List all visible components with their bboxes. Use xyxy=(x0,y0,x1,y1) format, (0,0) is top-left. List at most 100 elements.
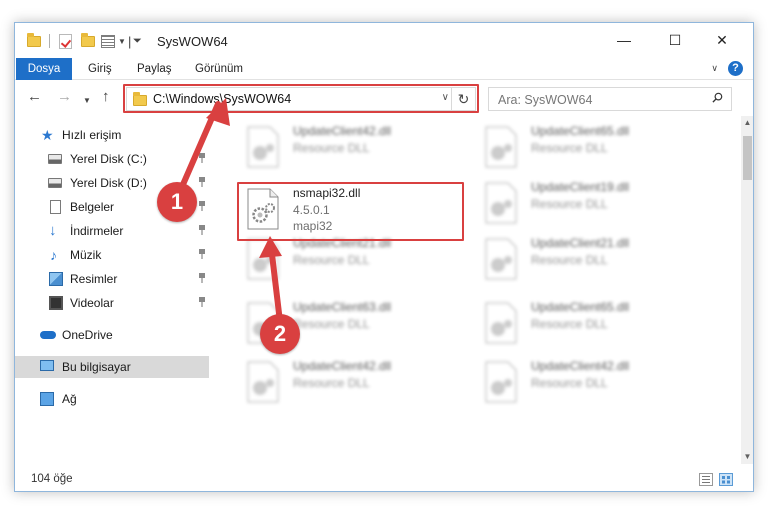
file-highlight-box xyxy=(237,182,464,241)
file-type: Resource DLL xyxy=(531,376,608,390)
pin-icon[interactable] xyxy=(198,224,206,236)
sidebar-item-music[interactable]: ♪ Müzik xyxy=(15,244,210,266)
dll-file-icon xyxy=(485,182,517,224)
sidebar-item-label: Hızlı erişim xyxy=(62,128,122,142)
large-icons-view-icon[interactable] xyxy=(719,473,733,486)
pin-icon[interactable] xyxy=(198,296,206,308)
search-icon[interactable] xyxy=(712,92,723,103)
sidebar-item-quick-access[interactable]: ★ Hızlı erişim xyxy=(15,124,210,146)
sidebar-item-label: Resimler xyxy=(70,272,118,286)
qa-separator xyxy=(49,32,50,50)
sidebar-item-downloads[interactable]: ↓ İndirmeler xyxy=(15,220,210,242)
item-count: 104 öğe xyxy=(31,473,73,485)
downloads-icon: ↓ xyxy=(49,222,57,239)
scroll-up-arrow-icon[interactable]: ▲ xyxy=(741,116,753,130)
file-tile[interactable]: UpdateClient21.dll Resource DLL xyxy=(238,234,458,286)
sidebar-item-label: Bu bilgisayar xyxy=(62,360,131,374)
back-arrow-icon[interactable]: ← xyxy=(27,89,42,105)
maximize-button[interactable]: ☐ xyxy=(652,23,698,57)
file-name: UpdateClient42.dll xyxy=(293,359,392,373)
navigation-pane: ★ Hızlı erişim Yerel Disk (C:) Yerel Dis… xyxy=(15,119,210,463)
file-tile[interactable]: UpdateClient65.dll Resource DLL xyxy=(476,122,696,174)
dll-file-icon xyxy=(485,361,517,403)
minimize-button[interactable]: — xyxy=(601,23,647,57)
details-view-icon[interactable] xyxy=(699,473,713,486)
tab-home[interactable]: Giriş xyxy=(88,58,112,80)
file-type: Resource DLL xyxy=(293,376,370,390)
title-bar: ▼ | ⏷ SysWOW64 — ☐ ✕ xyxy=(15,23,753,59)
close-button[interactable]: ✕ xyxy=(699,23,745,57)
sidebar-item-onedrive[interactable]: OneDrive xyxy=(15,324,210,346)
new-folder-icon[interactable] xyxy=(81,32,95,50)
pin-icon[interactable] xyxy=(198,200,206,212)
file-tile[interactable]: UpdateClient21.dll Resource DLL xyxy=(476,234,696,286)
properties-check-icon[interactable] xyxy=(59,32,72,50)
network-icon xyxy=(40,392,54,406)
sidebar-item-label: Belgeler xyxy=(70,200,115,214)
file-tile[interactable]: UpdateClient42.dll Resource DLL xyxy=(238,122,458,174)
sidebar-item-network[interactable]: Ağ xyxy=(15,388,210,410)
tab-share[interactable]: Paylaş xyxy=(137,58,172,80)
sidebar-item-local-disk-c[interactable]: Yerel Disk (C:) xyxy=(15,148,210,170)
file-type: Resource DLL xyxy=(531,317,608,331)
file-tile[interactable]: UpdateClient42.dll Resource DLL xyxy=(238,357,458,409)
dll-file-icon xyxy=(485,126,517,168)
folder-icon xyxy=(27,32,41,50)
pin-icon[interactable] xyxy=(198,272,206,284)
dll-file-icon xyxy=(485,302,517,344)
pictures-icon xyxy=(49,272,63,286)
vertical-scrollbar[interactable]: ▲ ▼ xyxy=(741,116,753,464)
navigation-bar: ← → ▼ ↑ C:\Windows\SysWOW64 ∨ ↻ Ara: Sys… xyxy=(15,80,753,116)
star-icon: ★ xyxy=(41,127,54,143)
file-name: UpdateClient21.dll xyxy=(531,236,630,250)
up-arrow-icon[interactable]: ↑ xyxy=(102,89,110,105)
address-highlight-box xyxy=(123,84,479,113)
help-icon[interactable]: ? xyxy=(728,61,743,76)
pin-icon[interactable] xyxy=(198,152,206,164)
dll-file-icon xyxy=(485,238,517,280)
file-name: UpdateClient42.dll xyxy=(531,359,630,373)
scrollbar-thumb[interactable] xyxy=(743,136,752,180)
recent-locations-chevron-icon[interactable]: ▼ xyxy=(83,93,91,109)
sidebar-item-this-pc[interactable]: Bu bilgisayar xyxy=(15,356,209,378)
sidebar-item-label: Yerel Disk (D:) xyxy=(70,176,147,190)
file-tile[interactable]: UpdateClient65.dll Resource DLL xyxy=(476,298,696,350)
this-pc-icon xyxy=(40,360,54,371)
sidebar-item-videos[interactable]: Videolar xyxy=(15,292,210,314)
file-type: Resource DLL xyxy=(293,141,370,155)
dll-file-icon xyxy=(247,126,279,168)
tab-view[interactable]: Görünüm xyxy=(195,58,243,80)
drive-icon xyxy=(48,154,62,164)
documents-icon xyxy=(50,200,61,214)
file-name: UpdateClient42.dll xyxy=(293,124,392,138)
file-type: Resource DLL xyxy=(531,197,608,211)
pin-icon[interactable] xyxy=(198,248,206,260)
scroll-down-arrow-icon[interactable]: ▼ xyxy=(741,450,753,464)
videos-icon xyxy=(49,296,63,310)
sidebar-item-label: Ağ xyxy=(62,392,77,406)
customize-qa-chevron-icon[interactable]: ▼ xyxy=(118,32,126,50)
file-type: Resource DLL xyxy=(293,317,370,331)
expand-ribbon-chevron-icon[interactable]: ∨ xyxy=(711,63,718,74)
file-name: UpdateClient63.dll xyxy=(293,300,392,314)
sidebar-item-pictures[interactable]: Resimler xyxy=(15,268,210,290)
music-icon: ♪ xyxy=(50,247,57,263)
onedrive-icon xyxy=(40,331,56,339)
pin-icon[interactable] xyxy=(198,176,206,188)
file-tile[interactable]: UpdateClient42.dll Resource DLL xyxy=(476,357,696,409)
forward-arrow-icon[interactable]: → xyxy=(57,89,72,105)
file-type: Resource DLL xyxy=(531,141,608,155)
tab-file[interactable]: Dosya xyxy=(16,58,72,80)
file-type: Resource DLL xyxy=(293,253,370,267)
sidebar-item-label: İndirmeler xyxy=(70,224,124,238)
file-tile[interactable]: UpdateClient19.dll Resource DLL xyxy=(476,178,696,230)
drive-icon xyxy=(48,178,62,188)
explorer-window: ▼ | ⏷ SysWOW64 — ☐ ✕ Dosya Giriş Paylaş … xyxy=(14,22,754,492)
window-title: SysWOW64 xyxy=(157,34,228,49)
quick-access-dropdown-icon[interactable]: ⏷ xyxy=(133,32,142,50)
file-name: UpdateClient65.dll xyxy=(531,300,630,314)
callout-badge-2: 2 xyxy=(260,314,300,354)
properties-icon[interactable] xyxy=(101,32,115,50)
search-input[interactable]: Ara: SysWOW64 xyxy=(488,87,732,111)
qa-separator: | xyxy=(128,33,132,49)
